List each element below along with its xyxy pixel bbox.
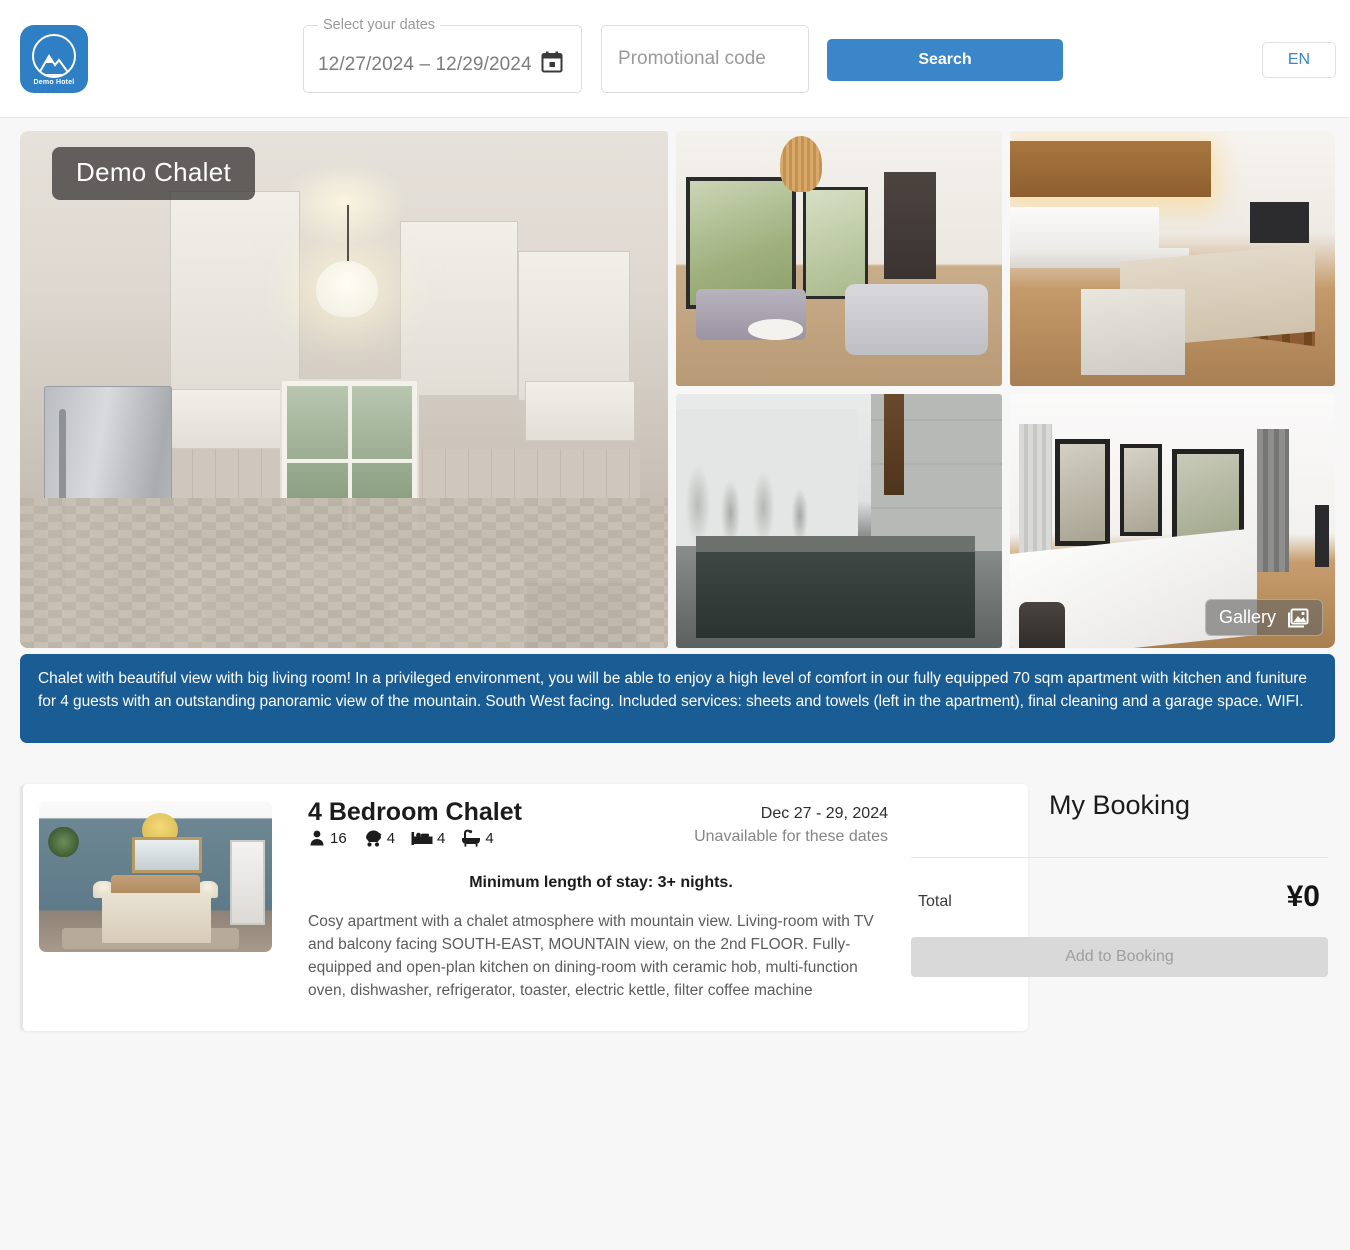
bedroom-photo <box>39 801 272 952</box>
pendant-lamp <box>316 205 378 317</box>
gallery-photo-5[interactable]: Gallery <box>1009 393 1335 648</box>
booking-total-row: Total ¥0 <box>911 880 1328 914</box>
living-room-photo <box>676 131 1002 386</box>
room-description: Cosy apartment with a chalet atmosphere … <box>308 913 874 999</box>
gallery-photo-3[interactable] <box>1009 131 1335 386</box>
brand-logo-text: Demo Hotel <box>33 79 75 86</box>
property-description-banner: Chalet with beautiful view with big livi… <box>20 654 1335 743</box>
photo-gallery: Demo Chalet Gallery <box>20 131 1335 648</box>
spec-bathrooms: 4 <box>461 829 494 847</box>
booking-panel: My Booking Total ¥0 Add to Booking <box>911 784 1328 977</box>
bed-icon <box>411 830 433 846</box>
site-header: Demo Hotel Select your dates 12/27/2024 … <box>0 0 1350 118</box>
spec-guests-value: 16 <box>330 829 347 847</box>
person-icon <box>308 829 326 847</box>
room-minimum-stay: Minimum length of stay: 3+ nights. <box>469 874 733 891</box>
search-button[interactable]: Search <box>827 39 1063 81</box>
date-range-field[interactable]: Select your dates 12/27/2024 – 12/29/202… <box>303 17 582 93</box>
room-thumbnail[interactable] <box>39 801 272 952</box>
calendar-icon[interactable] <box>541 51 563 73</box>
onsen-bath-photo <box>676 393 1002 648</box>
property-title-badge: Demo Chalet <box>52 147 256 200</box>
date-range-value: 12/27/2024 – 12/29/2024 <box>318 54 532 75</box>
bathtub-icon <box>461 829 481 847</box>
gallery-button[interactable]: Gallery <box>1204 599 1323 636</box>
booking-total-label: Total <box>918 893 952 910</box>
kitchen-island-photo <box>1009 131 1335 386</box>
room-date-range: Dec 27 - 29, 2024 <box>760 805 888 822</box>
gallery-photo-4[interactable] <box>676 393 1002 648</box>
spec-beds-value: 4 <box>437 829 446 847</box>
spec-beds: 4 <box>411 830 445 847</box>
kitchen-photo <box>20 131 668 648</box>
mountain-logo-icon <box>32 34 76 78</box>
booking-divider <box>911 857 1328 858</box>
spec-strollers-value: 4 <box>386 829 396 847</box>
room-date-range-block: Dec 27 - 29, 2024 Unavailable for these … <box>694 802 888 848</box>
date-range-label: Select your dates <box>318 17 441 33</box>
language-switcher-button[interactable]: EN <box>1262 42 1336 78</box>
spec-strollers: 4 <box>363 829 395 847</box>
add-to-booking-button[interactable]: Add to Booking <box>911 937 1328 977</box>
room-availability-status: Unavailable for these dates <box>694 828 888 845</box>
room-specs: 16 4 4 4 <box>308 829 505 847</box>
brand-logo[interactable]: Demo Hotel <box>20 25 88 93</box>
booking-total-value: ¥0 <box>1286 880 1320 913</box>
gallery-photo-2[interactable] <box>676 131 1002 386</box>
image-icon <box>1287 608 1309 628</box>
gallery-button-label: Gallery <box>1218 607 1276 627</box>
spec-guests: 16 <box>308 829 347 847</box>
room-title: 4 Bedroom Chalet <box>308 798 522 826</box>
booking-panel-title: My Booking <box>1048 790 1191 820</box>
stroller-icon <box>363 829 383 847</box>
room-card[interactable]: 4 Bedroom Chalet 16 4 4 4 Dec 27 - 29, 2… <box>20 784 1028 1031</box>
hex-tile-floor <box>20 498 668 648</box>
promotional-code-input[interactable] <box>601 25 809 93</box>
gallery-photo-main[interactable]: Demo Chalet <box>20 131 668 648</box>
spec-bathrooms-value: 4 <box>485 829 494 847</box>
